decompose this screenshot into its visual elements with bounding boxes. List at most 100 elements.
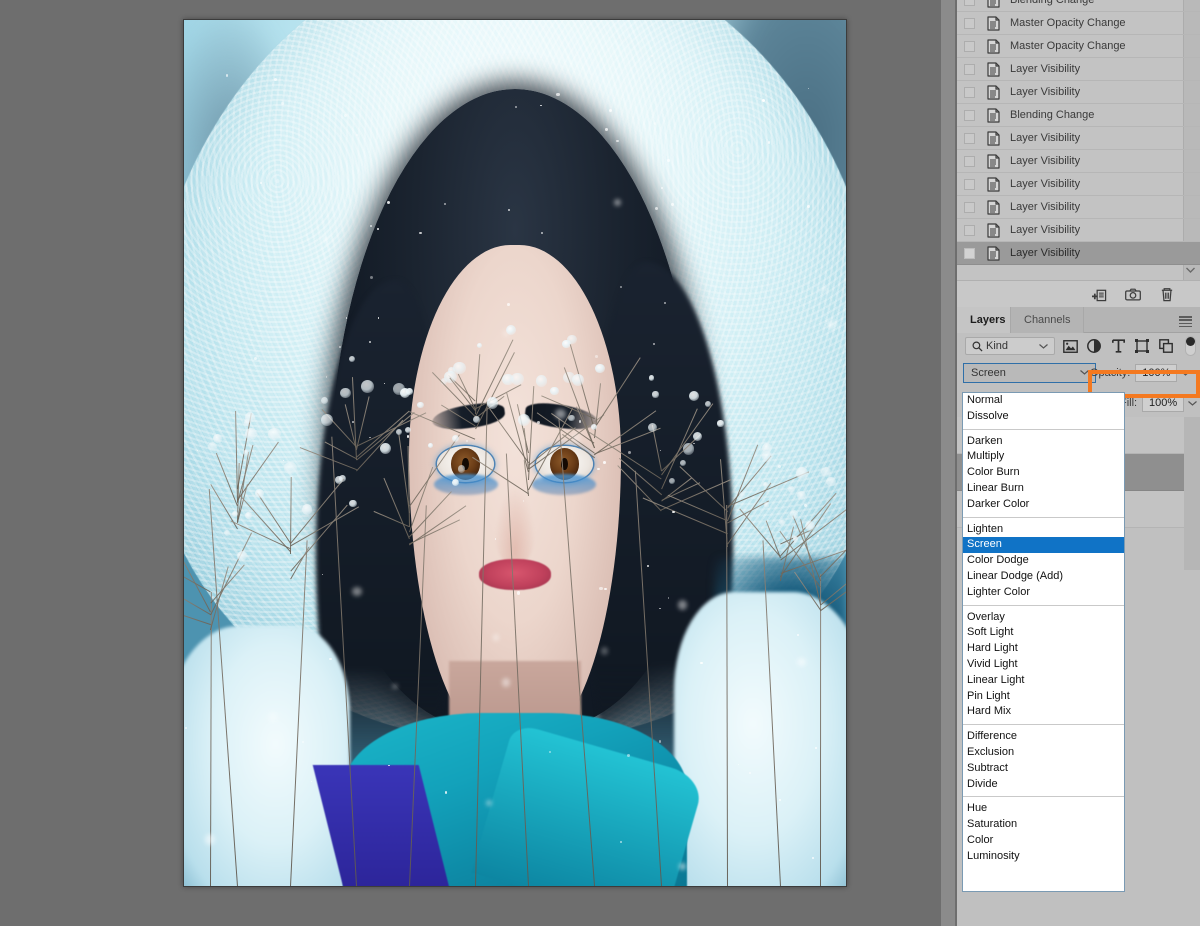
- history-state-item[interactable]: Master Opacity Change: [957, 35, 1200, 58]
- document-state-icon: [987, 108, 1000, 123]
- history-state-item[interactable]: Layer Visibility: [957, 242, 1200, 265]
- history-state-item[interactable]: Layer Visibility: [957, 81, 1200, 104]
- blend-mode-option[interactable]: Darken: [963, 434, 1124, 450]
- blend-mode-option[interactable]: Linear Light: [963, 673, 1124, 689]
- blend-mode-option[interactable]: Normal: [963, 393, 1124, 409]
- history-state-label: Master Opacity Change: [1010, 40, 1126, 52]
- blend-mode-select[interactable]: Screen: [963, 363, 1096, 383]
- menu-separator: [963, 724, 1124, 725]
- chevron-down-icon[interactable]: [1188, 401, 1197, 406]
- blend-mode-option[interactable]: Linear Dodge (Add): [963, 569, 1124, 585]
- blend-mode-option[interactable]: Multiply: [963, 449, 1124, 465]
- history-scroll-down-arrow[interactable]: [1182, 262, 1198, 277]
- winter-portrait-photo: [184, 20, 846, 886]
- blend-mode-row: Screen Opacity: 100%: [957, 359, 1200, 389]
- blend-mode-option[interactable]: Hue: [963, 801, 1124, 817]
- blend-mode-dropdown-menu[interactable]: NormalDissolveDarkenMultiplyColor BurnLi…: [962, 392, 1125, 892]
- history-state-label: Layer Visibility: [1010, 86, 1080, 98]
- history-state-item[interactable]: Layer Visibility: [957, 127, 1200, 150]
- document-state-icon: [987, 62, 1000, 77]
- blend-mode-option[interactable]: Exclusion: [963, 745, 1124, 761]
- filter-kind-select[interactable]: Kind: [965, 337, 1055, 355]
- blend-mode-option[interactable]: Soft Light: [963, 625, 1124, 641]
- menu-separator: [963, 517, 1124, 518]
- fill-input[interactable]: 100%: [1142, 394, 1184, 412]
- blend-mode-option[interactable]: Vivid Light: [963, 657, 1124, 673]
- history-panel: Blending Change Master Opacity Change Ma…: [957, 0, 1200, 280]
- blend-mode-option[interactable]: Difference: [963, 729, 1124, 745]
- blend-mode-option[interactable]: Darker Color: [963, 497, 1124, 513]
- menu-separator: [963, 796, 1124, 797]
- history-state-item[interactable]: Blending Change: [957, 0, 1200, 12]
- history-snapshot-checkbox[interactable]: [964, 156, 975, 167]
- type-T-icon: [1109, 337, 1127, 355]
- history-state-item[interactable]: Layer Visibility: [957, 219, 1200, 242]
- fill-control[interactable]: Fill: 100%: [1120, 393, 1197, 413]
- history-snapshot-checkbox[interactable]: [964, 41, 975, 52]
- document-state-icon: [987, 39, 1000, 54]
- blend-mode-option[interactable]: Lighter Color: [963, 585, 1124, 601]
- shape-square-icon[interactable]: [1133, 337, 1151, 355]
- history-state-label: Layer Visibility: [1010, 178, 1080, 190]
- tab-channels-label: Channels: [1024, 314, 1070, 326]
- history-state-item[interactable]: Layer Visibility: [957, 196, 1200, 219]
- history-snapshot-checkbox[interactable]: [964, 87, 975, 98]
- history-snapshot-checkbox[interactable]: [964, 18, 975, 29]
- blend-mode-option[interactable]: Lighten: [963, 522, 1124, 538]
- tab-channels[interactable]: Channels: [1010, 307, 1084, 333]
- history-snapshot-checkbox[interactable]: [964, 248, 975, 259]
- camera-icon[interactable]: [1123, 285, 1143, 304]
- history-snapshot-checkbox[interactable]: [964, 64, 975, 75]
- history-panel-footer: [957, 280, 1200, 307]
- history-snapshot-checkbox[interactable]: [964, 0, 975, 6]
- image-icon[interactable]: [1061, 337, 1079, 355]
- chevron-down-icon[interactable]: [1181, 371, 1190, 376]
- trash-icon[interactable]: [1157, 285, 1177, 304]
- blend-mode-option[interactable]: Pin Light: [963, 689, 1124, 705]
- opacity-input[interactable]: 100%: [1135, 364, 1177, 382]
- history-state-item[interactable]: Layer Visibility: [957, 58, 1200, 81]
- history-state-label: Layer Visibility: [1010, 155, 1080, 167]
- blend-mode-value: Screen: [971, 367, 1006, 379]
- history-scrollbar-track[interactable]: [941, 0, 955, 926]
- blend-mode-option[interactable]: Hard Light: [963, 641, 1124, 657]
- history-snapshot-checkbox[interactable]: [964, 225, 975, 236]
- history-snapshot-checkbox[interactable]: [964, 110, 975, 121]
- smart-object-icon[interactable]: [1157, 337, 1175, 355]
- blend-mode-option[interactable]: Color: [963, 833, 1124, 849]
- blend-mode-option[interactable]: Divide: [963, 777, 1124, 793]
- history-state-item[interactable]: Master Opacity Change: [957, 12, 1200, 35]
- hamburger-menu-icon[interactable]: [1179, 316, 1192, 325]
- blend-mode-option[interactable]: Dissolve: [963, 409, 1124, 425]
- blend-mode-option[interactable]: Saturation: [963, 817, 1124, 833]
- history-state-label: Layer Visibility: [1010, 247, 1080, 259]
- layer-filter-bar: Kind: [957, 333, 1200, 359]
- document-state-icon: [987, 131, 1000, 146]
- blend-mode-option[interactable]: Screen: [963, 537, 1124, 553]
- tab-layers-label: Layers: [970, 314, 1005, 326]
- blend-mode-option[interactable]: Color Dodge: [963, 553, 1124, 569]
- history-state-label: Layer Visibility: [1010, 63, 1080, 75]
- menu-separator: [963, 429, 1124, 430]
- blend-mode-option[interactable]: Hard Mix: [963, 704, 1124, 720]
- history-snapshot-checkbox[interactable]: [964, 202, 975, 213]
- history-state-item[interactable]: Layer Visibility: [957, 173, 1200, 196]
- blend-mode-option[interactable]: Luminosity: [963, 849, 1124, 865]
- blend-mode-option[interactable]: Linear Burn: [963, 481, 1124, 497]
- document-state-icon: [987, 223, 1000, 238]
- filter-enable-toggle[interactable]: [1185, 336, 1196, 356]
- image-canvas[interactable]: [183, 19, 847, 887]
- history-snapshot-checkbox[interactable]: [964, 133, 975, 144]
- history-state-list[interactable]: Blending Change Master Opacity Change Ma…: [957, 0, 1200, 265]
- history-snapshot-checkbox[interactable]: [964, 179, 975, 190]
- blend-mode-option[interactable]: Color Burn: [963, 465, 1124, 481]
- history-state-item[interactable]: Blending Change: [957, 104, 1200, 127]
- half-circle-icon[interactable]: [1085, 337, 1103, 355]
- blend-mode-option[interactable]: Overlay: [963, 610, 1124, 626]
- history-state-item[interactable]: Layer Visibility: [957, 150, 1200, 173]
- photoshop-window: Blending Change Master Opacity Change Ma…: [0, 0, 1200, 926]
- history-state-label: Blending Change: [1010, 0, 1094, 6]
- new-document-icon[interactable]: [1089, 285, 1109, 304]
- blend-mode-option[interactable]: Subtract: [963, 761, 1124, 777]
- opacity-control[interactable]: Opacity: 100%: [1090, 363, 1190, 383]
